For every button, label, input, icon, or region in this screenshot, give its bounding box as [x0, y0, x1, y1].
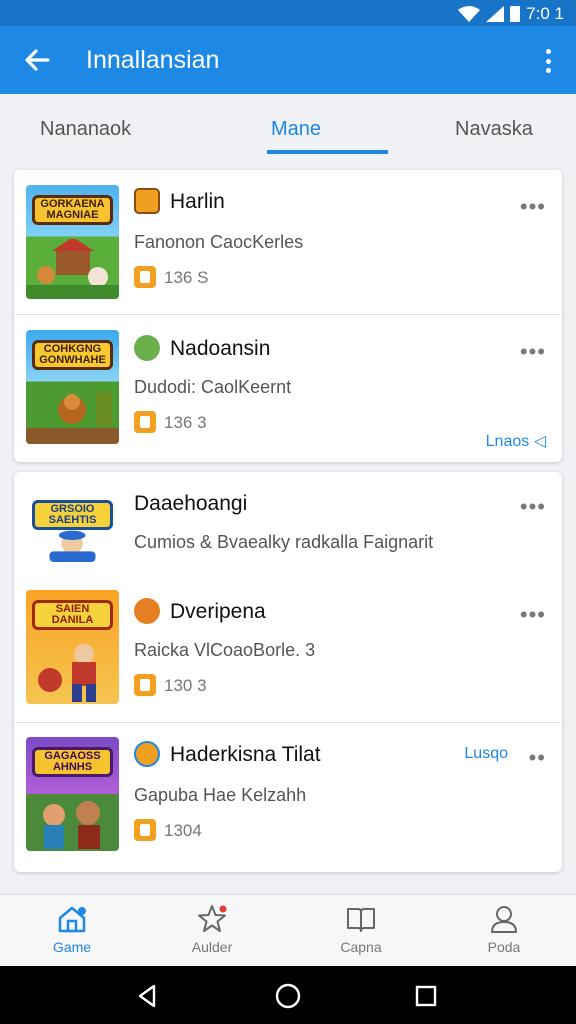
- list-item[interactable]: GAGAOSS AHNHS Haderkisna Tilat Gapuba Ha…: [14, 723, 562, 872]
- page-title: Innallansian: [86, 46, 220, 74]
- download-badge-icon: [134, 819, 156, 841]
- more-options-button[interactable]: •••: [520, 496, 546, 518]
- game-icon: [134, 188, 160, 214]
- thumbnail-logo: COHKGNG GONWHAHE: [32, 340, 113, 370]
- tab-navaska[interactable]: Navaska: [455, 118, 533, 141]
- more-link[interactable]: Lnaos ◁: [486, 431, 546, 451]
- download-count: 1304: [164, 821, 202, 840]
- game-subtitle: Fanonon CaocKerles: [134, 232, 304, 252]
- game-title: Daaehoangi: [134, 492, 248, 515]
- thumbnail-logo: GORKAENA MAGNIAE: [32, 195, 113, 225]
- list-item[interactable]: GRSOIO SAEHTIS Daaehoangi Cumios & Bvaea…: [14, 472, 562, 580]
- active-tab-indicator: [267, 150, 388, 154]
- game-title: Nadoansin: [170, 337, 271, 360]
- list-item[interactable]: SAIEN DANILA Dveripena Raicka VlCoaoBorl…: [14, 580, 562, 722]
- more-options-button[interactable]: •••: [520, 604, 546, 626]
- nav-label: Game: [52, 939, 92, 955]
- nav-label: Poda: [487, 939, 521, 955]
- circle-home-icon: [275, 983, 301, 1009]
- nav-item-poda[interactable]: Poda: [454, 903, 554, 955]
- system-back-button[interactable]: [134, 982, 162, 1010]
- game-thumbnail: GAGAOSS AHNHS: [26, 737, 119, 851]
- game-icon: [134, 741, 160, 767]
- nav-item-aulder[interactable]: Aulder: [162, 903, 262, 955]
- list-item[interactable]: GORKAENA MAGNIAE Harlin Fanonon CaocKerl…: [14, 170, 562, 314]
- more-options-button[interactable]: •••: [520, 196, 546, 218]
- game-card: GORKAENA MAGNIAE Harlin Fanonon CaocKerl…: [14, 170, 562, 462]
- game-thumbnail: COHKGNG GONWHAHE: [26, 330, 119, 444]
- tab-mane[interactable]: Mane: [271, 118, 321, 141]
- download-badge-icon: [134, 674, 156, 696]
- nav-item-capna[interactable]: Capna: [311, 903, 411, 955]
- game-scene-image: [26, 239, 119, 299]
- wifi-icon: [458, 6, 481, 22]
- triangle-back-icon: [138, 984, 156, 1008]
- status-bar: 7:0 1: [0, 0, 576, 26]
- game-scene-image: [26, 392, 119, 444]
- home-icon: [58, 906, 86, 933]
- game-title: Dveripena: [170, 600, 266, 623]
- star-icon: [198, 905, 227, 932]
- download-badge-icon: [134, 411, 156, 433]
- download-count: 136 3: [164, 413, 207, 432]
- person-icon: [491, 906, 517, 933]
- battery-icon: [510, 6, 521, 22]
- game-subtitle: Dudodi: CaolKeernt: [134, 377, 292, 397]
- system-home-button[interactable]: [274, 982, 302, 1010]
- game-icon: [134, 598, 160, 624]
- download-count: 136 S: [164, 268, 209, 287]
- system-recents-button[interactable]: [412, 982, 440, 1010]
- list-item[interactable]: COHKGNG GONWHAHE Nadoansin Dudodi: CaolK…: [14, 315, 562, 462]
- arrow-left-icon: [25, 49, 50, 71]
- game-title: Haderkisna Tilat: [170, 743, 321, 766]
- game-card: GRSOIO SAEHTIS Daaehoangi Cumios & Bvaea…: [14, 472, 562, 872]
- game-logo-thumbnail: GRSOIO SAEHTIS: [26, 486, 119, 570]
- game-subtitle: Cumios & Bvaealky radkalla Faignarit: [134, 532, 434, 552]
- download-count: 130 3: [164, 676, 207, 695]
- game-thumbnail: SAIEN DANILA: [26, 590, 119, 704]
- more-link[interactable]: Lusqo: [464, 745, 508, 763]
- game-thumbnail: GORKAENA MAGNIAE: [26, 185, 119, 299]
- more-options-button[interactable]: •••: [520, 341, 546, 363]
- thumbnail-logo: SAIEN DANILA: [32, 600, 113, 630]
- system-navigation-bar: [0, 966, 576, 1024]
- game-icon: [134, 335, 160, 361]
- bottom-navigation: Game Aulder Capna Poda: [0, 894, 576, 966]
- tab-bar: Nananaok Mane Navaska: [0, 94, 576, 162]
- overflow-menu-button[interactable]: [538, 46, 558, 76]
- game-scene-image: [43, 801, 100, 849]
- download-badge-icon: [134, 266, 156, 288]
- thumbnail-logo: GRSOIO SAEHTIS: [32, 500, 113, 530]
- game-title: Harlin: [170, 190, 225, 213]
- app-bar: Innallansian: [0, 26, 576, 94]
- nav-label: Aulder: [191, 939, 233, 955]
- tab-nananaok[interactable]: Nananaok: [40, 118, 131, 141]
- game-subtitle: Gapuba Hae Kelzahh: [134, 785, 307, 805]
- nav-item-game[interactable]: Game: [22, 903, 122, 955]
- back-button[interactable]: [20, 44, 54, 76]
- more-options-button[interactable]: ••: [529, 747, 546, 769]
- square-recents-icon: [415, 985, 437, 1007]
- book-icon: [347, 908, 375, 932]
- game-scene-image: [38, 644, 96, 702]
- signal-icon: [486, 6, 505, 22]
- status-time: 7:0 1: [526, 4, 564, 23]
- game-subtitle: Raicka VlCoaoBorle. 3: [134, 640, 316, 660]
- game-logo-image: [49, 530, 96, 562]
- thumbnail-logo: GAGAOSS AHNHS: [32, 747, 113, 777]
- nav-label: Capna: [340, 939, 382, 955]
